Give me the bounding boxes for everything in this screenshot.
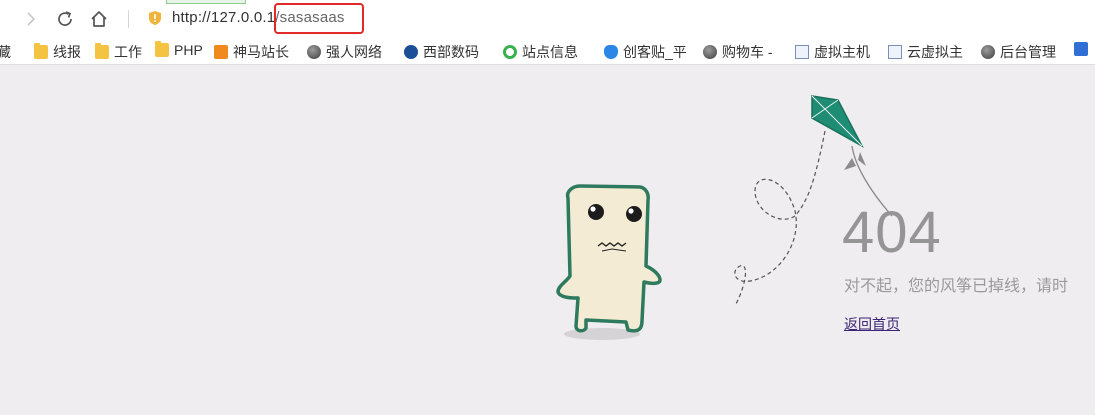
reload-button[interactable] xyxy=(52,6,78,32)
bookmark-app-icon xyxy=(1074,42,1088,56)
error-code: 404 xyxy=(842,200,942,265)
bookmark-zhandian[interactable]: 站点信息 xyxy=(503,42,590,62)
bookmark-label: 站点信息 xyxy=(522,44,578,60)
bookmark-label: 后台管理 xyxy=(1000,44,1056,60)
host-icon xyxy=(888,45,902,59)
bookmark-label: 藏 xyxy=(0,44,11,60)
reload-icon xyxy=(58,11,72,26)
folder-icon xyxy=(34,43,48,59)
globe-icon xyxy=(703,45,717,59)
west-digital-icon xyxy=(404,45,418,59)
home-button[interactable] xyxy=(86,6,112,32)
kite-bow-icon xyxy=(844,152,866,170)
browser-chrome: http://127.0.0.1/sasasaas 藏 线报 工作 PHP 神马… xyxy=(0,0,1095,65)
globe-icon xyxy=(981,45,995,59)
bookmark-label: 工作 xyxy=(114,44,142,60)
bookmark-label: 西部数码 xyxy=(423,44,479,60)
url-host: http://127.0.0.1 xyxy=(172,9,276,26)
bookmark-overflow[interactable] xyxy=(1074,42,1093,56)
error-page: 404 对不起，您的风筝已掉线，请时 返回首页 xyxy=(0,66,1095,415)
navigation-bar: http://127.0.0.1/sasasaas xyxy=(0,0,1095,36)
security-shield-icon[interactable] xyxy=(148,10,162,30)
bookmark-xibu[interactable]: 西部数码 xyxy=(404,42,485,62)
bookmarks-bar: 藏 线报 工作 PHP 神马站长 强人网络 西部数码 站点信息 创客贴_平 购物… xyxy=(0,37,1095,65)
folder-icon xyxy=(155,41,169,57)
bookmark-label: 虚拟主机 xyxy=(814,44,870,60)
bookmark-yun-xuni[interactable]: 云虚拟主 xyxy=(888,42,969,62)
bookmark-label: 购物车 - xyxy=(722,44,773,60)
bookmark-label: 创客贴_平 xyxy=(623,44,687,60)
bookmark-item[interactable]: 藏 xyxy=(0,42,11,62)
bookmark-folder-php[interactable]: PHP xyxy=(155,41,203,58)
bookmark-gouwuche[interactable]: 购物车 - xyxy=(703,42,784,62)
kite-string xyxy=(734,130,826,307)
bookmark-chuangke[interactable]: 创客贴_平 xyxy=(604,42,689,62)
bookmark-label: PHP xyxy=(174,42,203,58)
forward-button[interactable] xyxy=(18,6,44,32)
bookmark-xuni-zhuji[interactable]: 虚拟主机 xyxy=(795,42,876,62)
tab-indicator xyxy=(166,0,246,4)
character-illustration xyxy=(556,184,662,340)
shenma-icon xyxy=(214,45,228,59)
error-message: 对不起，您的风筝已掉线，请时 xyxy=(844,278,1069,295)
chevron-right-icon xyxy=(27,12,36,26)
kite-icon xyxy=(811,95,864,148)
bookmark-folder-gongzuo[interactable]: 工作 xyxy=(95,42,142,62)
bookmark-houtai[interactable]: 后台管理 xyxy=(981,42,1062,62)
bookmark-folder-xianbao[interactable]: 线报 xyxy=(34,42,81,62)
folder-icon xyxy=(95,43,109,59)
return-home-link[interactable]: 返回首页 xyxy=(844,314,900,334)
globe-icon xyxy=(307,45,321,59)
bookmark-label: 线报 xyxy=(53,44,81,60)
bookmark-qiangren[interactable]: 强人网络 xyxy=(307,42,388,62)
home-icon xyxy=(91,11,107,27)
bookmark-label: 强人网络 xyxy=(326,44,382,60)
host-icon xyxy=(795,45,809,59)
site-info-icon xyxy=(503,45,517,59)
bookmark-label: 神马站长 xyxy=(233,44,289,60)
bookmark-label: 云虚拟主 xyxy=(907,44,963,60)
toolbar-divider xyxy=(128,10,129,28)
url-highlight-box xyxy=(274,3,364,34)
bookmark-shenma[interactable]: 神马站长 xyxy=(214,42,293,62)
chuangke-icon xyxy=(604,45,618,59)
